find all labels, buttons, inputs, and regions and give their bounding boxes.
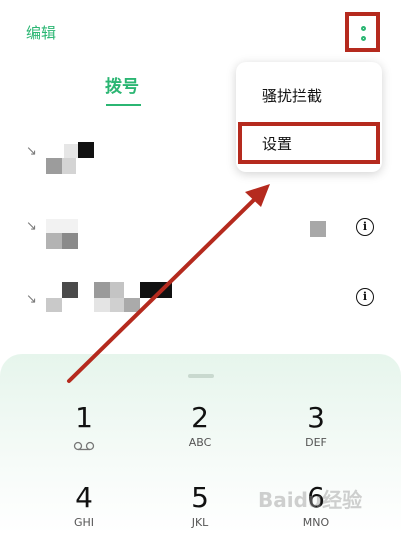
annotation-arrow	[67, 184, 270, 383]
watermark: Baidu经验	[258, 488, 363, 512]
